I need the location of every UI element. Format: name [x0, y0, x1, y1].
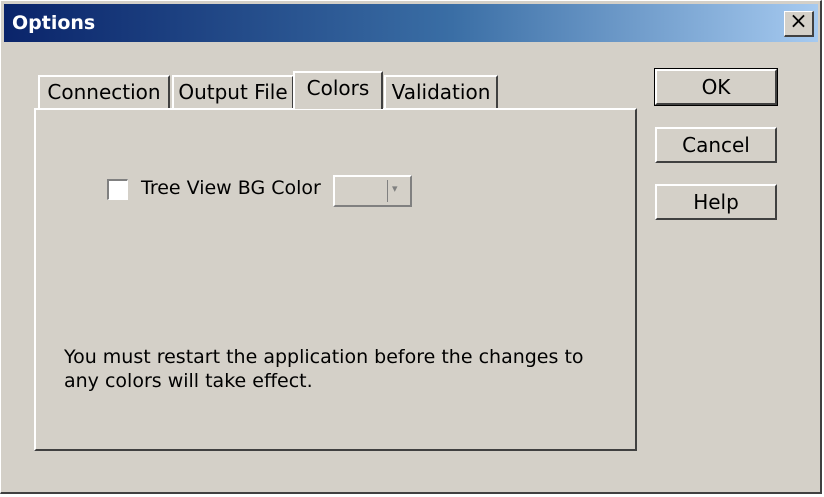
window-title: Options [12, 12, 96, 34]
help-button[interactable]: Help [655, 184, 777, 220]
chevron-down-icon[interactable]: ▾ [392, 182, 398, 195]
ok-button[interactable]: OK [654, 68, 778, 106]
tab-connection[interactable]: Connection [38, 75, 170, 108]
tab-colors[interactable]: Colors [293, 71, 383, 109]
dropdown-separator [387, 180, 388, 202]
tab-output-file[interactable]: Output File [172, 75, 294, 108]
tab-validation[interactable]: Validation [384, 75, 498, 108]
tree-view-bg-color-checkbox[interactable] [107, 179, 128, 200]
title-bar[interactable]: Options × [4, 4, 818, 42]
restart-note: You must restart the application before … [64, 346, 584, 392]
bg-color-dropdown[interactable]: ▾ [333, 175, 412, 207]
tab-panel-colors [34, 108, 637, 451]
tree-view-bg-color-label: Tree View BG Color [141, 177, 321, 199]
cancel-button[interactable]: Cancel [655, 127, 777, 163]
close-button[interactable]: × [784, 11, 814, 37]
